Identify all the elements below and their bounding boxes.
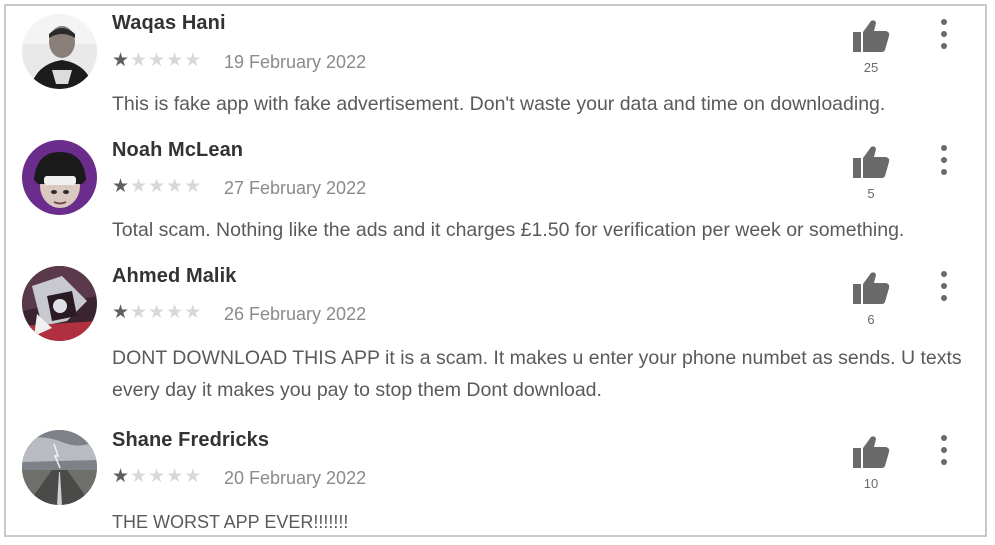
star-empty-icon: ★ (130, 176, 148, 197)
reviewer-name: Shane Fredricks (112, 429, 270, 451)
star-filled-icon: ★ (112, 176, 130, 197)
star-empty-icon: ★ (148, 466, 166, 487)
review-text: THE WORST APP EVER!!!!!!! (112, 512, 349, 532)
thumbs-up-icon[interactable] (852, 271, 890, 305)
more-options-icon[interactable] (936, 145, 952, 175)
avatar[interactable] (22, 266, 97, 341)
star-empty-icon: ★ (166, 50, 184, 71)
star-empty-icon: ★ (166, 176, 184, 197)
star-empty-icon: ★ (148, 176, 166, 197)
avatar[interactable] (22, 430, 97, 505)
star-rating: ★ ★ ★ ★ ★ (112, 177, 201, 197)
star-empty-icon: ★ (130, 302, 148, 323)
review-date: 26 February 2022 (224, 304, 367, 324)
more-options-icon[interactable] (936, 435, 952, 465)
review-date: 20 February 2022 (224, 468, 367, 488)
helpful-count: 6 (867, 312, 875, 327)
star-filled-icon: ★ (112, 466, 130, 487)
helpful-count: 25 (863, 60, 879, 75)
star-empty-icon: ★ (184, 50, 202, 71)
reviews-panel: Waqas Hani ★ ★ ★ ★ ★ 19 February 2022 Th… (4, 4, 987, 537)
more-options-icon[interactable] (936, 19, 952, 49)
review-text: Total scam. Nothing like the ads and it … (112, 219, 905, 241)
helpful-count: 5 (867, 186, 875, 201)
helpful-count: 10 (863, 476, 879, 491)
thumbs-up-icon[interactable] (852, 19, 890, 53)
star-empty-icon: ★ (184, 466, 202, 487)
star-empty-icon: ★ (130, 466, 148, 487)
review-text: This is fake app with fake advertisement… (112, 93, 886, 115)
review-date: 19 February 2022 (224, 52, 367, 72)
star-filled-icon: ★ (112, 302, 130, 323)
star-rating: ★ ★ ★ ★ ★ (112, 303, 201, 323)
reviewer-name: Waqas Hani (112, 12, 226, 34)
reviewer-name: Ahmed Malik (112, 265, 237, 287)
avatar[interactable] (22, 14, 97, 89)
star-empty-icon: ★ (184, 302, 202, 323)
star-empty-icon: ★ (148, 50, 166, 71)
avatar[interactable] (22, 140, 97, 215)
star-empty-icon: ★ (166, 466, 184, 487)
star-empty-icon: ★ (148, 302, 166, 323)
thumbs-up-icon[interactable] (852, 145, 890, 179)
star-empty-icon: ★ (166, 302, 184, 323)
reviewer-name: Noah McLean (112, 139, 244, 161)
star-empty-icon: ★ (184, 176, 202, 197)
star-rating: ★ ★ ★ ★ ★ (112, 467, 201, 487)
review-date: 27 February 2022 (224, 178, 367, 198)
star-empty-icon: ★ (130, 50, 148, 71)
review-text: DONT DOWNLOAD THIS APP it is a scam. It … (112, 347, 962, 401)
more-options-icon[interactable] (936, 271, 952, 301)
thumbs-up-icon[interactable] (852, 435, 890, 469)
star-filled-icon: ★ (112, 50, 130, 71)
star-rating: ★ ★ ★ ★ ★ (112, 51, 201, 71)
